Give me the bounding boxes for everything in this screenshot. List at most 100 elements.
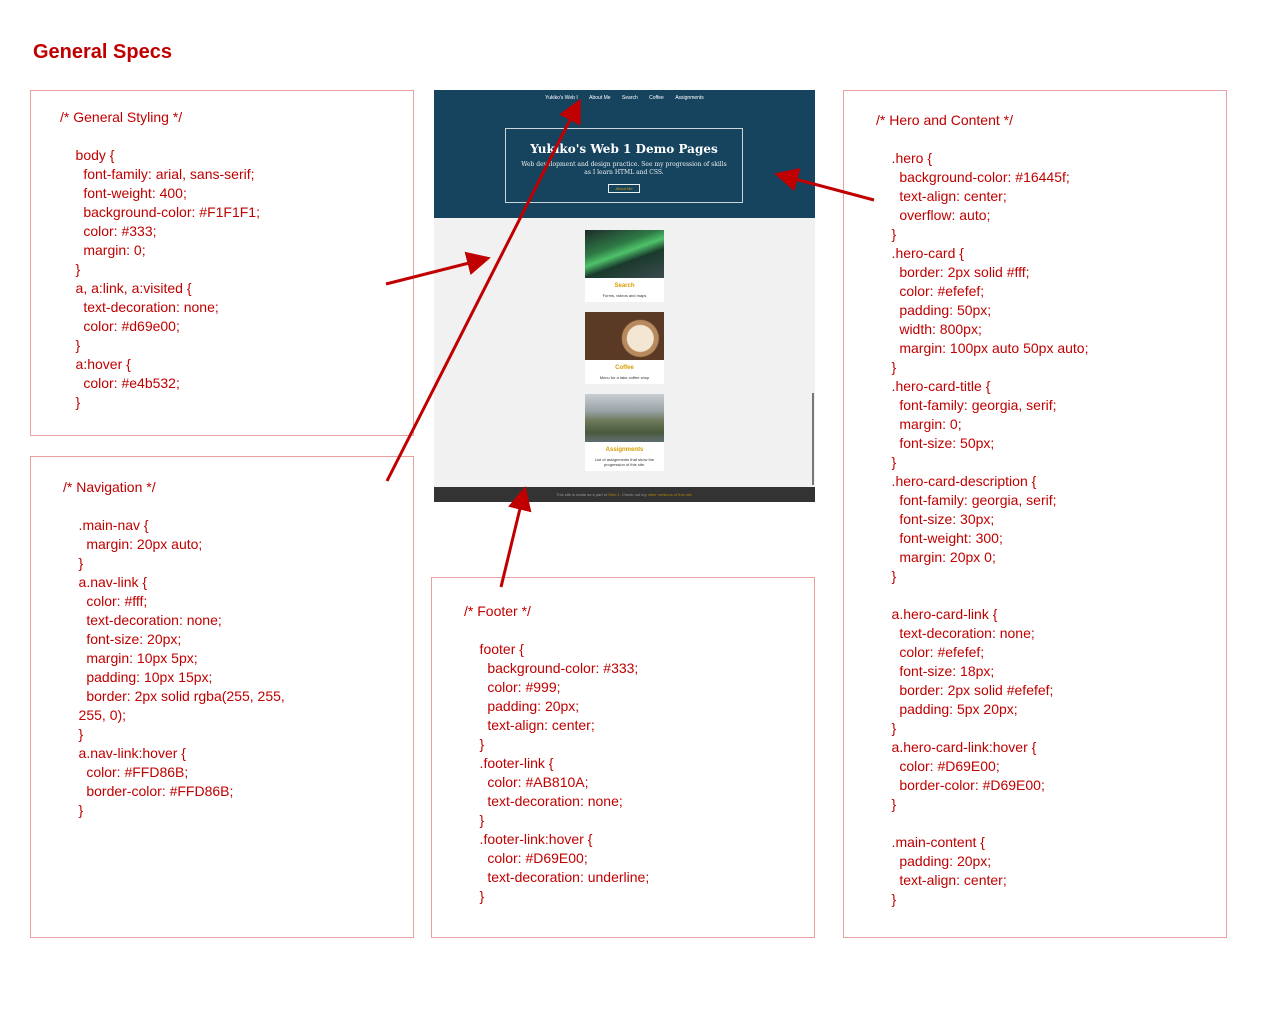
code-line: body {: [60, 147, 115, 163]
code-line: padding: 20px;: [464, 698, 580, 714]
code-line: font-size: 18px;: [876, 663, 995, 679]
code-line: background-color: #16445f;: [876, 169, 1070, 185]
footer-box: /* Footer */ footer { background-color: …: [431, 577, 815, 938]
code-line: }: [876, 226, 897, 242]
code-line: }: [876, 720, 897, 736]
mockup-footer: This site is made as a part of Web 1. Ch…: [434, 487, 815, 502]
code-line: a, a:link, a:visited {: [60, 280, 192, 296]
mockup-tile-description: Forms, videos and maps: [602, 293, 647, 298]
landscape-image: [585, 394, 664, 442]
arrow-footer-to-footer: [499, 486, 532, 588]
code-line: /* General Styling */: [60, 109, 183, 125]
code-line: text-align: center;: [876, 872, 1007, 888]
mockup-nav-search[interactable]: Search: [622, 95, 638, 101]
mockup-footer-link-web1[interactable]: Web 1: [608, 492, 620, 497]
code-line: color: #333;: [60, 223, 157, 239]
footer-code: /* Footer */ footer { background-color: …: [464, 602, 649, 906]
mockup-tile-title: Coffee: [615, 365, 634, 371]
code-line: }: [464, 736, 485, 752]
mockup-tile-assignments[interactable]: Assignments List of assignments that sho…: [585, 394, 664, 471]
mockup-nav-home[interactable]: Yukiko's Web I: [545, 95, 578, 101]
code-line: .hero-card-description {: [876, 473, 1037, 489]
mockup-nav-about[interactable]: About Me: [589, 95, 610, 101]
code-line: padding: 20px;: [876, 853, 992, 869]
code-line: .main-nav {: [63, 517, 149, 533]
code-line: 255, 0);: [63, 707, 127, 723]
mockup-hero-card: Yukiko's Web 1 Demo Pages Web developmen…: [505, 128, 743, 203]
mockup-scrollbar[interactable]: [812, 393, 814, 485]
code-line: a.hero-card-link {: [876, 606, 998, 622]
code-line: }: [60, 394, 81, 410]
code-line: }: [60, 337, 81, 353]
code-line: .footer-link:hover {: [464, 831, 593, 847]
code-line: }: [60, 261, 81, 277]
mockup-nav: Yukiko's Web I About Me Search Coffee As…: [434, 95, 815, 101]
code-line: }: [464, 812, 485, 828]
mockup-tile-search[interactable]: Search Forms, videos and maps: [585, 230, 664, 302]
code-line: /* Navigation */: [63, 479, 156, 495]
code-line: font-weight: 300;: [876, 530, 1003, 546]
code-line: text-decoration: none;: [63, 612, 222, 628]
code-line: .main-content {: [876, 834, 985, 850]
code-line: font-size: 30px;: [876, 511, 995, 527]
mockup-footer-middle: . Check out my: [619, 492, 647, 497]
code-line: text-decoration: underline;: [464, 869, 650, 885]
code-line: color: #AB810A;: [464, 774, 589, 790]
mockup-nav-coffee[interactable]: Coffee: [649, 95, 664, 101]
code-line: width: 800px;: [876, 321, 982, 337]
code-line: color: #fff;: [63, 593, 148, 609]
code-line: /* Footer */: [464, 603, 531, 619]
code-line: a.hero-card-link:hover {: [876, 739, 1037, 755]
mockup-footer-link-versions[interactable]: other versions of this site.: [648, 492, 693, 497]
mockup-tile-title: Search: [614, 283, 635, 289]
general-styling-box: /* General Styling */ body { font-family…: [30, 90, 414, 436]
code-line: text-decoration: none;: [876, 625, 1035, 641]
code-line: background-color: #F1F1F1;: [60, 204, 260, 220]
code-line: margin: 20px 0;: [876, 549, 996, 565]
mockup-hero-link[interactable]: About Me: [608, 184, 640, 193]
code-line: margin: 100px auto 50px auto;: [876, 340, 1089, 356]
code-line: background-color: #333;: [464, 660, 639, 676]
mockup-nav-assignments[interactable]: Assignments: [675, 95, 704, 101]
mockup-tile-description: Menu for a fake coffee shop: [599, 375, 650, 380]
mockup-hero: Yukiko's Web I About Me Search Coffee As…: [434, 90, 815, 218]
code-line: }: [63, 802, 84, 818]
mockup-footer-text: This site is made as a part of: [556, 492, 608, 497]
code-line: font-weight: 400;: [60, 185, 187, 201]
code-line: margin: 0;: [60, 242, 146, 258]
code-line: font-size: 50px;: [876, 435, 995, 451]
general-styling-code: /* General Styling */ body { font-family…: [60, 108, 260, 412]
code-line: .hero-card-title {: [876, 378, 991, 394]
code-line: color: #efefef;: [876, 644, 985, 660]
website-mockup: Yukiko's Web I About Me Search Coffee As…: [434, 90, 815, 502]
code-line: .hero-card {: [876, 245, 964, 261]
code-line: border: 2px solid rgba(255, 255,: [63, 688, 285, 704]
mockup-tile-coffee[interactable]: Coffee Menu for a fake coffee shop: [585, 312, 664, 384]
code-line: border-color: #D69E00;: [876, 777, 1045, 793]
code-line: }: [876, 796, 897, 812]
page-title: General Specs: [33, 41, 172, 63]
code-line: font-family: arial, sans-serif;: [60, 166, 255, 182]
navigation-box: /* Navigation */ .main-nav { margin: 20p…: [30, 456, 414, 938]
code-line: }: [876, 568, 897, 584]
code-line: border: 2px solid #fff;: [876, 264, 1030, 280]
code-line: margin: 20px auto;: [63, 536, 203, 552]
code-line: text-align: center;: [876, 188, 1007, 204]
code-line: text-align: center;: [464, 717, 595, 733]
code-line: margin: 10px 5px;: [63, 650, 198, 666]
code-line: font-family: georgia, serif;: [876, 492, 1057, 508]
code-line: }: [464, 888, 485, 904]
code-line: padding: 50px;: [876, 302, 992, 318]
mockup-hero-description: Web development and design practice. See…: [521, 161, 727, 176]
code-line: a.nav-link {: [63, 574, 148, 590]
hero-content-box: /* Hero and Content */ .hero { backgroun…: [843, 90, 1227, 938]
code-line: }: [63, 726, 84, 742]
code-line: border-color: #FFD86B;: [63, 783, 234, 799]
mockup-tile-title: Assignments: [605, 447, 644, 453]
code-line: color: #FFD86B;: [63, 764, 189, 780]
